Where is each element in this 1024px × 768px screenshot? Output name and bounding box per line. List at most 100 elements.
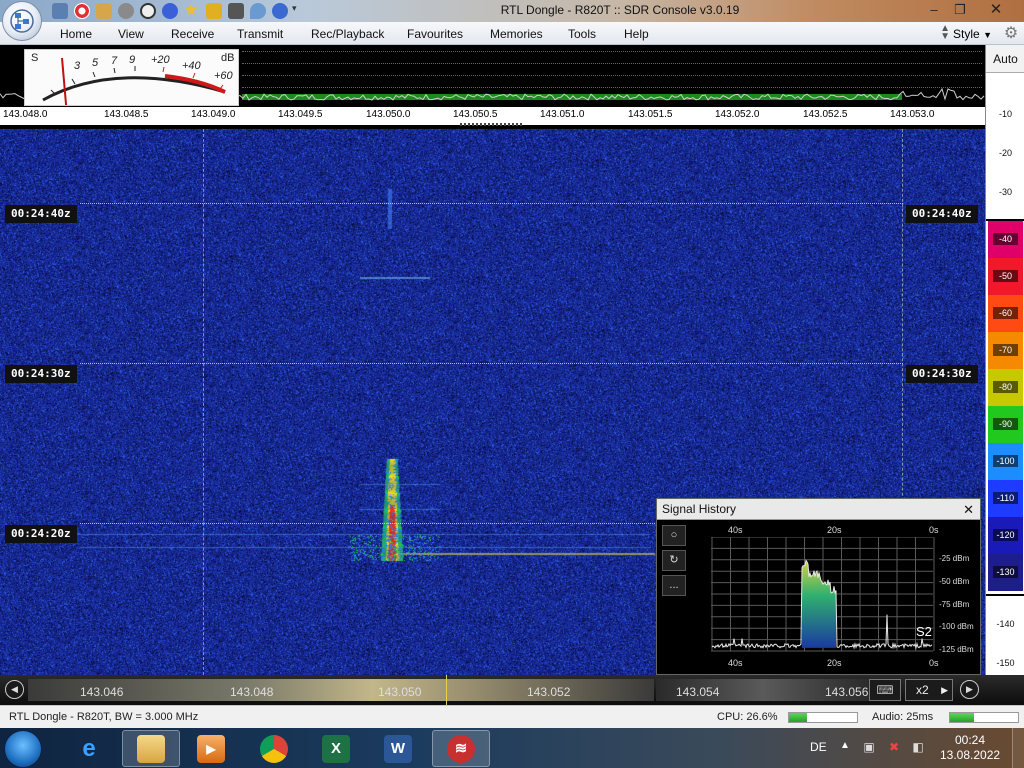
clock-date: 13.08.2022	[940, 748, 1001, 762]
camera-icon[interactable]	[228, 3, 244, 19]
reset-icon[interactable]: ↻	[662, 550, 686, 571]
audio-meter	[949, 712, 1019, 723]
folder-icon[interactable]	[96, 3, 112, 19]
freq-tick-label: 143.052	[527, 685, 571, 699]
stop-icon[interactable]	[140, 3, 156, 19]
x-axis-label: 20s	[827, 525, 842, 535]
language-indicator[interactable]: DE	[810, 740, 827, 754]
app-menu-orb[interactable]	[2, 1, 42, 41]
cpu-meter-fill	[789, 713, 808, 722]
s-meter-needle	[61, 57, 68, 105]
tab-view[interactable]: View	[118, 27, 144, 41]
freq-tick-label: 143.054	[676, 685, 720, 699]
frequency-scroller[interactable]: ◀ 143.046 143.048 143.050 143.052 143.05…	[0, 675, 1024, 705]
start-button[interactable]	[4, 730, 42, 768]
excel-icon[interactable]: X	[307, 730, 365, 767]
db-swatch: -130	[988, 554, 1023, 591]
cpu-meter	[788, 712, 858, 723]
zoom-selector[interactable]: x2 ▶	[905, 679, 953, 701]
db-label: -20	[998, 148, 1012, 158]
freq-tick-label: 143.048.0	[3, 109, 48, 120]
tab-home[interactable]: Home	[60, 27, 92, 41]
freq-tick-label: 143.048	[230, 685, 274, 699]
close-icon[interactable]: ✕	[963, 500, 974, 519]
network-icon[interactable]: ✖	[887, 740, 901, 754]
gear-icon[interactable]: ⚙	[1002, 25, 1020, 43]
media-player-icon[interactable]: ▶	[182, 730, 240, 767]
more-button[interactable]: ...	[662, 575, 686, 596]
drop-icon[interactable]	[250, 3, 266, 19]
frequency-scale[interactable]: 143.048.0 143.048.5 143.049.0 143.049.5 …	[0, 107, 985, 127]
cpu-status: CPU: 26.6%	[717, 711, 778, 723]
signal-history-window[interactable]: Signal History ✕ ○ ↻ ... 40s 20s 0s -25 …	[656, 498, 981, 675]
tab-receive[interactable]: Receive	[171, 27, 214, 41]
tab-favourites[interactable]: Favourites	[407, 27, 463, 41]
db-label: -150	[996, 658, 1015, 668]
chrome-icon[interactable]	[245, 730, 303, 767]
keyboard-icon[interactable]: ⌨	[869, 679, 901, 701]
clock[interactable]: 00:24 13.08.2022	[940, 733, 1000, 763]
db-swatch: -110	[988, 480, 1023, 517]
play-icon[interactable]	[118, 3, 134, 19]
star-icon[interactable]: ★	[184, 3, 200, 19]
db-range-bottom-handle[interactable]	[986, 594, 1024, 596]
db-color-scale[interactable]: Auto -10 -20 -30 -40 -50 -60 -70 -80 -90…	[985, 45, 1024, 675]
add-icon[interactable]	[162, 3, 178, 19]
spectrum-display[interactable]: S dB 3 5 7 9 +20 +40 +60	[0, 45, 985, 107]
file-explorer-icon[interactable]	[122, 730, 180, 767]
sdr-console-icon[interactable]: ≋	[432, 730, 490, 767]
volume-icon[interactable]: ◧	[911, 740, 925, 754]
lifebuoy-icon[interactable]	[74, 3, 90, 19]
customize-icon[interactable]: ▾	[292, 3, 300, 19]
tab-rec-playback[interactable]: Rec/Playback	[311, 27, 384, 41]
signal-history-plot	[711, 537, 935, 652]
tab-transmit[interactable]: Transmit	[237, 27, 283, 41]
timestamp-line	[80, 523, 655, 524]
freq-tick-label: 143.050.0	[366, 109, 411, 120]
style-label: Style	[953, 27, 980, 41]
show-desktop-button[interactable]	[1012, 728, 1024, 768]
x-axis-label: 40s	[728, 658, 743, 668]
up-down-icon[interactable]: ▲ ▼	[940, 24, 950, 42]
freq-tick-label: 143.052.5	[803, 109, 848, 120]
freq-tick-label: 143.046	[80, 685, 124, 699]
maximize-icon[interactable]: ❐	[951, 1, 969, 19]
tab-tools[interactable]: Tools	[568, 27, 596, 41]
x-axis-label: 40s	[728, 525, 743, 535]
auto-button[interactable]: Auto	[986, 45, 1024, 73]
word-icon[interactable]: W	[369, 730, 427, 767]
db-swatch: -100	[988, 443, 1023, 480]
s-meter-scale: 5	[92, 57, 99, 69]
internet-explorer-icon[interactable]: e	[60, 730, 118, 767]
y-axis-label: -25 dBm	[939, 554, 970, 563]
minimize-icon[interactable]: –	[925, 1, 943, 19]
tab-memories[interactable]: Memories	[490, 27, 543, 41]
db-swatch: -120	[988, 517, 1023, 554]
db-swatch: -60	[988, 295, 1023, 332]
freq-tick-label: 143.056	[825, 685, 869, 699]
show-hidden-icons-icon[interactable]: ▲	[840, 740, 850, 751]
scroll-right-icon[interactable]: ▶	[960, 680, 979, 699]
timestamp-line	[80, 363, 903, 364]
zoom-label: x2	[916, 683, 929, 697]
close-icon[interactable]: ✕	[984, 1, 1008, 19]
db-swatch: -50	[988, 258, 1023, 295]
tab-help[interactable]: Help	[624, 27, 649, 41]
y-axis-label: -125 dBm	[939, 645, 974, 654]
s-meter-s-label: S	[31, 52, 39, 64]
undo-icon[interactable]	[272, 3, 288, 19]
home-icon[interactable]	[52, 3, 68, 19]
style-menu[interactable]: Style ▼	[953, 27, 992, 41]
chevron-right-icon: ▶	[941, 685, 948, 695]
window-title: RTL Dongle - R820T :: SDR Console v3.0.1…	[500, 3, 740, 17]
device-icon[interactable]: ▣	[862, 740, 876, 754]
passband-edge-left	[203, 129, 204, 675]
clock-time: 00:24	[954, 733, 986, 747]
freq-tick-label: 143.051.0	[540, 109, 585, 120]
scroll-left-icon[interactable]: ◀	[5, 680, 24, 699]
bandwidth-drag-handle[interactable]	[460, 123, 522, 126]
lock-icon[interactable]	[206, 3, 222, 19]
freq-tick-label: 143.050.5	[453, 109, 498, 120]
record-icon[interactable]: ○	[662, 525, 686, 546]
s-meter-scale: +60	[214, 70, 233, 82]
